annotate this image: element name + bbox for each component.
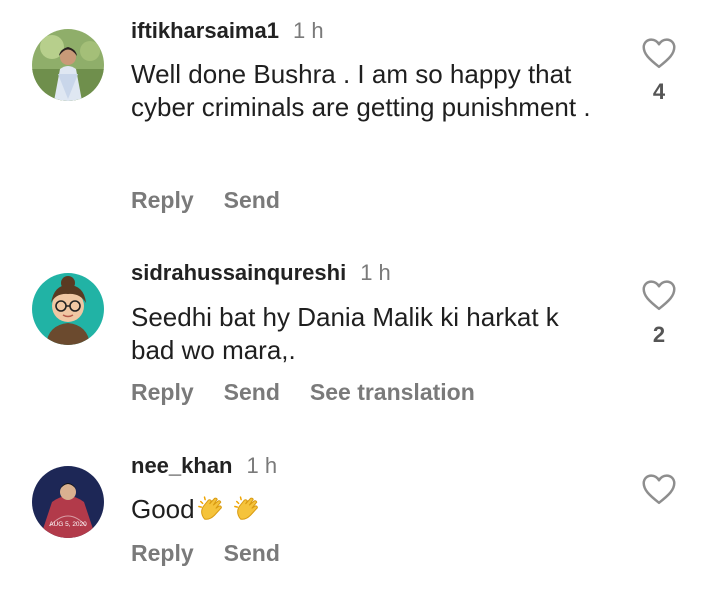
reply-button[interactable]: Reply bbox=[131, 379, 194, 405]
comment-1: iftikharsaima1 1 h Well done Bushra . I a… bbox=[0, 0, 720, 240]
heart-icon[interactable] bbox=[641, 37, 677, 69]
comment-text-row: Good bbox=[131, 493, 601, 526]
comment-text: Seedhi bat hy Dania Malik ki harkat k ba… bbox=[131, 302, 559, 365]
clapping-hands-icon bbox=[197, 496, 222, 520]
heart-icon[interactable] bbox=[641, 473, 677, 505]
reply-button[interactable]: Reply bbox=[131, 187, 194, 213]
avatar-cartoon-icon bbox=[32, 273, 104, 345]
avatar-photo-icon: AUG 5, 2020 bbox=[32, 466, 104, 538]
comment-text: Well done Bushra . I am so happy that cy… bbox=[131, 59, 591, 122]
comment-username[interactable]: nee_khan bbox=[131, 453, 233, 478]
comment-time: 1 h bbox=[246, 453, 278, 478]
avatar-caption: AUG 5, 2020 bbox=[49, 521, 87, 528]
send-button[interactable]: Send bbox=[224, 540, 280, 566]
avatar[interactable] bbox=[32, 29, 104, 101]
see-translation-button[interactable]: See translation bbox=[310, 379, 475, 405]
comment-3: AUG 5, 2020 nee_khan 1 h Good Reply Send bbox=[0, 440, 720, 592]
like-count: 2 bbox=[652, 322, 666, 347]
comment-2: sidrahussainqureshi 1 h Seedhi bat hy Dan… bbox=[0, 240, 720, 440]
avatar[interactable]: AUG 5, 2020 bbox=[32, 466, 104, 538]
comment-time: 1 h bbox=[292, 18, 324, 43]
comment-text: Good bbox=[131, 494, 195, 524]
avatar[interactable] bbox=[32, 273, 104, 345]
avatar-photo-icon bbox=[32, 29, 104, 101]
reply-button[interactable]: Reply bbox=[131, 540, 194, 566]
send-button[interactable]: Send bbox=[224, 187, 280, 213]
send-button[interactable]: Send bbox=[224, 379, 280, 405]
heart-icon[interactable] bbox=[641, 279, 677, 311]
comment-username[interactable]: iftikharsaima1 bbox=[131, 18, 279, 43]
comment-time: 1 h bbox=[360, 260, 391, 285]
clapping-hands-icon bbox=[233, 496, 258, 520]
comment-username[interactable]: sidrahussainqureshi bbox=[131, 260, 346, 285]
like-count: 4 bbox=[652, 79, 666, 104]
